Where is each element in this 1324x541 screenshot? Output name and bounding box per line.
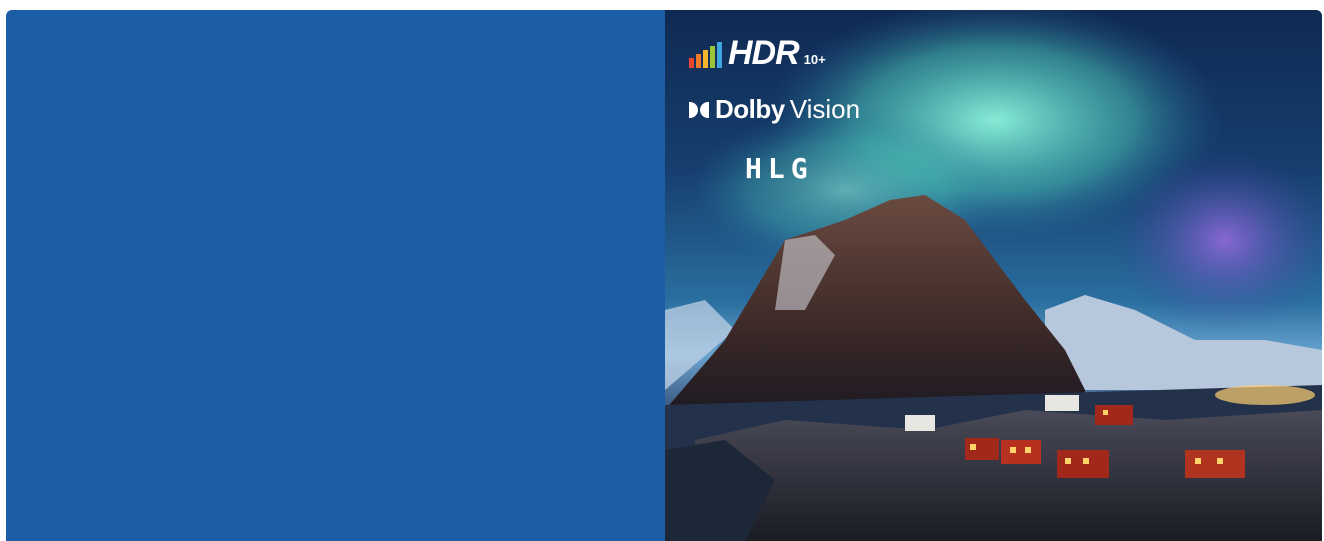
hdr-text: HDR (728, 34, 800, 72)
dolby-text: Dolby (715, 94, 785, 124)
dolby-vision-logo: Dolby Vision (689, 94, 860, 125)
hdr-superscript: 10+ (803, 52, 826, 67)
vision-text: Vision (789, 94, 861, 124)
hlg-logo: HLG (745, 152, 814, 185)
hdr-color-bars-icon (689, 42, 722, 68)
dolby-double-d-icon (689, 101, 709, 118)
blue-text-panel (6, 10, 665, 541)
aurora-landscape (665, 10, 1322, 541)
hdr-feature-banner: HDR 10+ Dolby Vision HLG (6, 10, 1322, 541)
aurora-hero-image: HDR 10+ Dolby Vision HLG (665, 10, 1322, 541)
hdr10plus-logo: HDR 10+ (689, 34, 826, 72)
